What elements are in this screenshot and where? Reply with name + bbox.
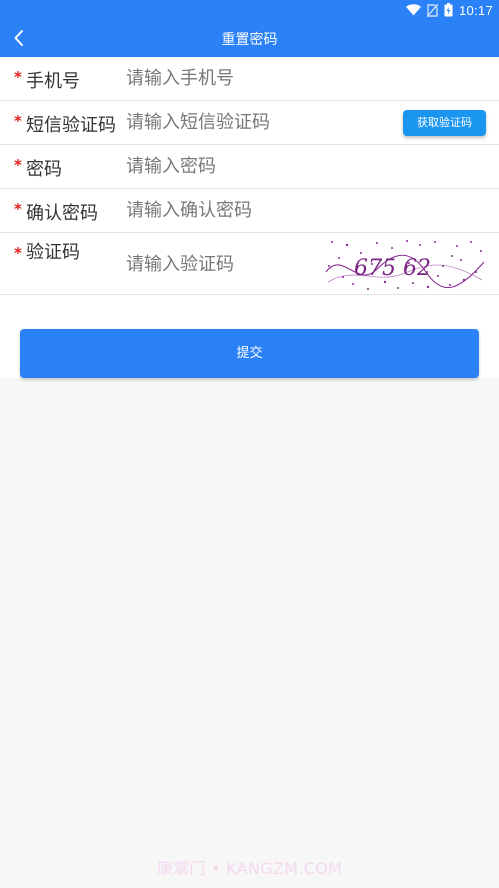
title-bar: 重置密码 (0, 20, 499, 57)
required-mark: * (14, 112, 22, 130)
required-mark: * (14, 68, 22, 86)
sms-code-label: 短信验证码 (26, 115, 116, 136)
required-mark: * (14, 156, 22, 174)
confirm-password-row: * 确认密码 (0, 189, 499, 233)
status-icons: 10:17 (405, 2, 493, 18)
status-time: 10:17 (458, 2, 493, 18)
app-header: 10:17 重置密码 (0, 0, 499, 57)
watermark: 康掌门 • KANGZM.COM (156, 859, 343, 878)
captcha-image[interactable]: 675 62 (324, 236, 486, 292)
captcha-label: 验证码 (26, 242, 80, 263)
sms-code-row: * 短信验证码 获取验证码 (0, 101, 499, 145)
get-sms-code-button[interactable]: 获取验证码 (403, 110, 486, 136)
confirm-password-input[interactable] (126, 195, 376, 226)
reset-password-form: * 手机号 * 短信验证码 获取验证码 * 密码 * 确认密码 * 验证码 (0, 57, 499, 295)
captcha-text: 675 62 (354, 256, 431, 281)
phone-input[interactable] (126, 63, 376, 94)
required-mark: * (14, 244, 22, 262)
required-mark: * (14, 200, 22, 218)
password-row: * 密码 (0, 145, 499, 189)
submit-area: 提交 (0, 295, 499, 378)
wifi-icon (405, 4, 421, 16)
page-title: 重置密码 (221, 32, 278, 48)
battery-icon (444, 3, 453, 17)
phone-label: 手机号 (26, 71, 80, 92)
confirm-password-label: 确认密码 (26, 203, 98, 224)
phone-row: * 手机号 (0, 57, 499, 101)
no-sim-icon (426, 3, 438, 17)
submit-button[interactable]: 提交 (20, 329, 479, 378)
status-bar: 10:17 (0, 0, 499, 20)
captcha-row: * 验证码 675 62 (0, 233, 499, 295)
password-input[interactable] (126, 151, 376, 182)
password-label: 密码 (26, 159, 62, 180)
sms-code-input[interactable] (126, 107, 376, 138)
